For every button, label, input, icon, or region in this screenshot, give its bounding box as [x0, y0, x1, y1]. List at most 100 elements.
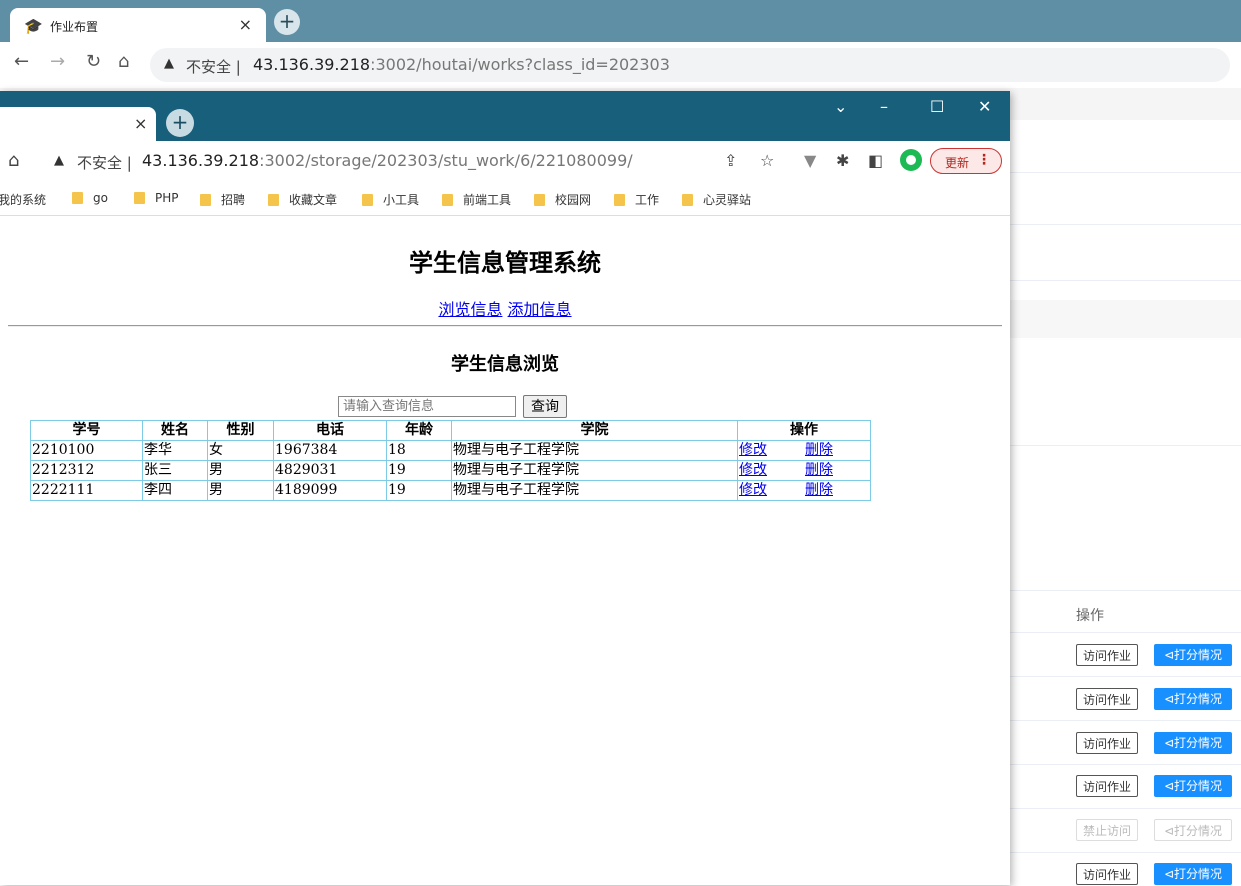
bookmarks-bar: 我的系统 go PHP 招聘 收藏文章 小工具 前端工具 校园网 工作 心灵驿站: [0, 183, 1010, 216]
visit-work-button[interactable]: 访问作业: [1076, 644, 1138, 666]
front-tab[interactable]: ×: [0, 107, 156, 141]
cell-edit: 修改: [737, 480, 804, 501]
add-info-link[interactable]: 添加信息: [508, 300, 572, 319]
score-status-button[interactable]: ⊲打分情况: [1154, 863, 1232, 885]
new-tab-button[interactable]: +: [274, 9, 300, 35]
cell-age: 19: [386, 460, 452, 481]
bookmark-item[interactable]: go: [72, 191, 108, 205]
folder-icon: [362, 194, 373, 206]
tab-search-icon[interactable]: ⌄: [834, 97, 847, 116]
home-icon[interactable]: ⌂: [118, 51, 129, 72]
forward-arrow-icon[interactable]: →: [50, 51, 65, 72]
bookmark-item[interactable]: 小工具: [362, 191, 419, 208]
back-arrow-icon[interactable]: ←: [14, 51, 29, 72]
score-status-button[interactable]: ⊲打分情况: [1154, 688, 1232, 710]
divider: [1010, 720, 1241, 721]
bookmark-item[interactable]: PHP: [134, 191, 179, 205]
cell-phone: 4189099: [273, 480, 387, 501]
bookmark-item[interactable]: 校园网: [534, 191, 591, 208]
delete-link[interactable]: 删除: [805, 462, 833, 478]
page-content: 学生信息管理系统 浏览信息 添加信息 学生信息浏览 请输入查询信息 查询 学号 …: [0, 216, 1010, 885]
bookmark-item[interactable]: 工作: [614, 191, 659, 208]
score-status-button[interactable]: ⊲打分情况: [1154, 775, 1232, 797]
col-header-age: 年龄: [386, 420, 452, 441]
cell-college: 物理与电子工程学院: [451, 480, 738, 501]
star-icon[interactable]: ☆: [760, 151, 774, 170]
minimize-icon[interactable]: –: [880, 97, 888, 116]
front-browser-window: × + ⌄ – ☐ ✕ ⌂ ▲ 不安全 | 43.136.39.218:3002…: [0, 91, 1010, 885]
table-row: 2222111 李四 男 4189099 19 物理与电子工程学院 修改 删除: [30, 480, 871, 501]
cell-name: 张三: [142, 460, 208, 481]
access-forbidden-button: 禁止访问: [1076, 819, 1138, 841]
page-title: 学生信息管理系统: [409, 249, 601, 277]
close-tab-icon[interactable]: ×: [239, 15, 252, 34]
cell-name: 李四: [142, 480, 208, 501]
cell-id: 2210100: [30, 440, 143, 461]
section-title: 学生信息浏览: [451, 354, 559, 375]
delete-link[interactable]: 删除: [805, 442, 833, 458]
back-url: 43.136.39.218:3002/houtai/works?class_id…: [253, 55, 670, 74]
new-tab-button[interactable]: +: [166, 109, 194, 137]
col-header-actions: 操作: [737, 420, 871, 441]
extension-v-icon[interactable]: ▼: [804, 151, 816, 170]
visit-work-button[interactable]: 访问作业: [1076, 688, 1138, 710]
front-title-bar: × + ⌄ – ☐ ✕: [0, 91, 1010, 141]
close-tab-icon[interactable]: ×: [134, 114, 147, 133]
table-band: [1010, 300, 1241, 338]
divider: [1010, 764, 1241, 765]
profile-icon[interactable]: [900, 149, 922, 171]
update-button[interactable]: 更新 ⋮: [930, 148, 1002, 174]
home-icon[interactable]: ⌂: [8, 150, 19, 171]
score-status-button-disabled: ⊲打分情况: [1154, 819, 1232, 841]
col-header-sex: 性别: [207, 420, 274, 441]
side-panel-icon[interactable]: ◧: [868, 151, 883, 170]
visit-work-button[interactable]: 访问作业: [1076, 775, 1138, 797]
visit-work-button[interactable]: 访问作业: [1076, 863, 1138, 885]
divider: [1010, 224, 1241, 225]
share-icon[interactable]: ⇪: [724, 151, 737, 170]
divider: [1010, 808, 1241, 809]
delete-link[interactable]: 删除: [805, 482, 833, 498]
score-status-button[interactable]: ⊲打分情况: [1154, 644, 1232, 666]
score-status-button[interactable]: ⊲打分情况: [1154, 732, 1232, 754]
page-nav: 浏览信息 添加信息: [0, 296, 1010, 320]
table-row: 2212312 张三 男 4829031 19 物理与电子工程学院 修改 删除: [30, 460, 871, 481]
warning-icon: ▲: [164, 56, 174, 71]
search-input[interactable]: 请输入查询信息: [338, 396, 516, 417]
front-toolbar: ⌂ ▲ 不安全 | 43.136.39.218:3002/storage/202…: [0, 141, 1010, 183]
col-header-name: 姓名: [142, 420, 208, 441]
reload-icon[interactable]: ↻: [86, 51, 101, 72]
edit-link[interactable]: 修改: [739, 482, 767, 498]
folder-icon: [200, 194, 211, 206]
back-page-content: 操作 访问作业 ⊲打分情况 访问作业 ⊲打分情况 访问作业 ⊲打分情况 访问作业…: [1010, 120, 1241, 885]
maximize-icon[interactable]: ☐: [930, 97, 944, 116]
col-header-id: 学号: [30, 420, 143, 441]
warning-icon: ▲: [54, 153, 64, 168]
folder-icon: [134, 192, 145, 204]
edit-link[interactable]: 修改: [739, 442, 767, 458]
edit-link[interactable]: 修改: [739, 462, 767, 478]
bookmark-item[interactable]: 收藏文章: [268, 191, 337, 208]
cell-id: 2222111: [30, 480, 143, 501]
back-tab[interactable]: 🎓 作业布置 ×: [10, 8, 266, 42]
back-address-bar[interactable]: ▲ 不安全 | 43.136.39.218:3002/houtai/works?…: [150, 48, 1230, 82]
bookmark-item[interactable]: 心灵驿站: [682, 191, 751, 208]
cell-edit: 修改: [737, 460, 804, 481]
folder-icon: [442, 194, 453, 206]
bookmark-item[interactable]: 招聘: [200, 191, 245, 208]
bookmark-item[interactable]: 我的系统: [0, 191, 46, 208]
col-header-college: 学院: [451, 420, 738, 441]
puzzle-icon[interactable]: ✱: [836, 151, 849, 170]
browse-info-link[interactable]: 浏览信息: [438, 300, 502, 319]
divider: [1010, 445, 1241, 446]
visit-work-button[interactable]: 访问作业: [1076, 732, 1138, 754]
graduation-cap-icon: 🎓: [24, 17, 43, 35]
front-url[interactable]: 43.136.39.218:3002/storage/202303/stu_wo…: [142, 151, 633, 170]
horizontal-rule: [8, 325, 1002, 327]
cell-delete: 删除: [804, 440, 871, 461]
folder-icon: [72, 192, 83, 204]
table-row: 2210100 李华 女 1967384 18 物理与电子工程学院 修改 删除: [30, 440, 871, 461]
close-window-icon[interactable]: ✕: [978, 97, 991, 116]
query-button[interactable]: 查询: [523, 395, 567, 418]
bookmark-item[interactable]: 前端工具: [442, 191, 511, 208]
